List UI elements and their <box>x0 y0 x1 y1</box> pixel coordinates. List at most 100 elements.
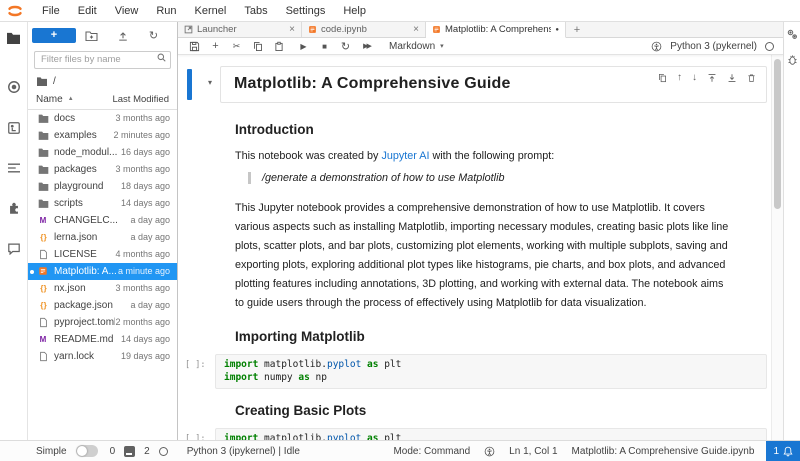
delete-cell-icon[interactable] <box>747 73 756 83</box>
file-row[interactable]: docs 3 months ago <box>28 110 177 127</box>
file-row[interactable]: node_modul... 16 days ago <box>28 144 177 161</box>
accessibility-icon[interactable] <box>651 41 662 52</box>
menu-kernel[interactable]: Kernel <box>186 5 236 17</box>
menu-view[interactable]: View <box>106 5 148 17</box>
tab-matplotlib-guide[interactable]: Matplotlib: A Comprehens ● <box>426 22 566 38</box>
menu-run[interactable]: Run <box>147 5 185 17</box>
file-row[interactable]: { } nx.json 3 months ago <box>28 280 177 297</box>
code-editor[interactable]: import matplotlib.pyplot as pltimport nu… <box>215 354 767 389</box>
file-browser-icon[interactable] <box>6 31 21 44</box>
kernel-status-icon[interactable] <box>765 41 774 51</box>
insert-cell-above-icon[interactable] <box>707 73 717 83</box>
property-inspector-icon[interactable] <box>786 28 798 40</box>
breadcrumb[interactable]: / <box>28 73 177 91</box>
insert-cell-below-icon[interactable] <box>727 73 737 83</box>
terminals-count[interactable]: 0 <box>110 446 116 457</box>
file-row[interactable]: yarn.lock 19 days ago <box>28 348 177 365</box>
cell-type-dropdown[interactable]: Markdown ▾ <box>389 41 444 52</box>
notifications-button[interactable]: 1 <box>766 440 800 461</box>
section-heading-introduction: Introduction <box>235 122 314 137</box>
jupyter-ai-link[interactable]: Jupyter AI <box>381 150 429 162</box>
cursor-position[interactable]: Ln 1, Col 1 <box>509 446 557 457</box>
kernel-name[interactable]: Python 3 (pykernel) <box>670 41 757 52</box>
chevron-down-icon: ▾ <box>440 43 444 50</box>
close-icon[interactable]: × <box>289 24 295 35</box>
code-cell[interactable]: [ ]: import matplotlib.pyplot as pltimpo… <box>185 354 767 389</box>
file-row[interactable]: scripts 14 days ago <box>28 195 177 212</box>
upload-icon[interactable] <box>107 30 138 42</box>
menu-edit[interactable]: Edit <box>69 5 106 17</box>
chat-icon[interactable] <box>7 242 21 255</box>
save-icon[interactable] <box>184 38 205 55</box>
accessibility-icon[interactable] <box>484 446 495 457</box>
bell-icon <box>783 446 793 456</box>
new-folder-icon[interactable] <box>76 30 107 41</box>
insert-cell-icon[interactable]: + <box>205 38 226 55</box>
cut-cells-icon[interactable]: ✂ <box>226 38 247 55</box>
file-row[interactable]: { } package.json a day ago <box>28 297 177 314</box>
run-cell-icon[interactable]: ▶ <box>293 38 314 55</box>
file-row[interactable]: playground 18 days ago <box>28 178 177 195</box>
file-row[interactable]: examples 2 minutes ago <box>28 127 177 144</box>
file-list-header: Name ▲ Last Modified <box>28 91 177 110</box>
markdown-cell-title[interactable]: ▾ Matplotlib: A Comprehensive Guide ↑ ↓ <box>178 66 767 103</box>
paste-cells-icon[interactable] <box>268 38 289 55</box>
tab-code-ipynb[interactable]: code.ipynb × <box>302 22 426 37</box>
duplicate-cell-icon[interactable] <box>658 73 667 83</box>
kernel-sessions-icon[interactable] <box>158 446 168 456</box>
file-row[interactable]: M CHANGELC... a day ago <box>28 212 177 229</box>
terminal-icon[interactable] <box>124 445 136 457</box>
column-name[interactable]: Name ▲ <box>36 94 112 105</box>
file-row[interactable]: { } lerna.json a day ago <box>28 229 177 246</box>
breadcrumb-root[interactable]: / <box>53 76 56 87</box>
code-editor[interactable]: import matplotlib.pyplot as pltimport nu… <box>215 428 767 440</box>
file-row[interactable]: LICENSE 4 months ago <box>28 246 177 263</box>
copy-cells-icon[interactable] <box>247 38 268 55</box>
refresh-icon[interactable]: ↻ <box>138 29 169 42</box>
menu-help[interactable]: Help <box>334 5 375 17</box>
json-file-icon: { } <box>40 283 46 293</box>
collapse-cell-icon[interactable]: ▾ <box>208 78 212 87</box>
menu-file[interactable]: File <box>33 5 69 17</box>
file-name: playground <box>54 180 104 192</box>
menu-tabs[interactable]: Tabs <box>235 5 276 17</box>
status-bar: Simple 0 2 Python 3 (ipykernel) | Idle M… <box>0 440 800 461</box>
kernel-status-text[interactable]: Python 3 (ipykernel) | Idle <box>187 446 300 457</box>
filter-files-input[interactable] <box>34 50 171 69</box>
debugger-icon[interactable] <box>787 54 798 66</box>
file-row[interactable]: packages 3 months ago <box>28 161 177 178</box>
file-name: pyproject.toml <box>54 316 116 328</box>
file-name: node_modul... <box>54 146 118 158</box>
file-name: examples <box>54 129 97 141</box>
kernels-count[interactable]: 2 <box>144 446 150 457</box>
tab-launcher[interactable]: Launcher × <box>178 22 302 37</box>
close-icon[interactable]: × <box>413 24 419 35</box>
column-last-modified[interactable]: Last Modified <box>112 94 169 105</box>
move-cell-down-icon[interactable]: ↓ <box>692 72 697 83</box>
unsaved-changes-icon[interactable]: ● <box>555 27 559 33</box>
restart-kernel-icon[interactable]: ↻ <box>335 38 356 55</box>
file-row[interactable]: M README.md 14 days ago <box>28 331 177 348</box>
simple-mode-toggle[interactable] <box>75 445 98 457</box>
new-tab-button[interactable]: + <box>566 22 588 37</box>
running-sessions-icon[interactable] <box>7 80 21 94</box>
file-modified: 3 months ago <box>115 283 170 293</box>
scrollbar-thumb[interactable] <box>774 59 781 209</box>
mode-indicator[interactable]: Mode: Command <box>393 446 470 457</box>
notebook-scrollbar[interactable] <box>771 55 783 440</box>
move-cell-up-icon[interactable]: ↑ <box>677 72 682 83</box>
menu-settings[interactable]: Settings <box>277 5 335 17</box>
table-of-contents-icon[interactable] <box>7 162 21 174</box>
code-cell[interactable]: [ ]: import matplotlib.pyplot as pltimpo… <box>185 428 767 440</box>
file-row[interactable]: Matplotlib: A... a minute ago <box>28 262 177 280</box>
git-icon[interactable] <box>7 121 21 135</box>
extensions-icon[interactable] <box>7 201 21 215</box>
file-name: README.md <box>54 333 114 345</box>
file-row[interactable]: pyproject.toml 2 months ago <box>28 314 177 331</box>
interrupt-kernel-icon[interactable]: ■ <box>314 38 335 55</box>
restart-run-all-icon[interactable]: ▶▶ <box>356 38 377 55</box>
file-file-icon <box>37 316 49 328</box>
file-modified: 14 days ago <box>120 198 170 208</box>
new-launcher-button[interactable]: + <box>32 28 76 43</box>
active-file-name[interactable]: Matplotlib: A Comprehensive Guide.ipynb <box>572 446 755 457</box>
